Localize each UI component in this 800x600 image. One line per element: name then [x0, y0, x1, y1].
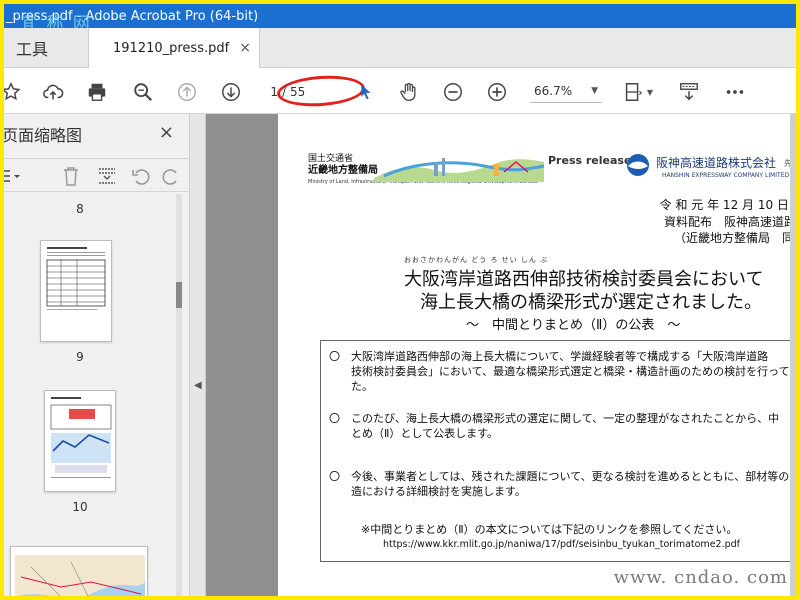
tab-document-label: 191210_press.pdf	[113, 41, 230, 56]
tab-document[interactable]: 191210_press.pdf ×	[88, 28, 260, 69]
thumbnail-page-number: 8	[76, 202, 84, 216]
search-zoom-icon[interactable]	[130, 79, 156, 105]
doc-title-line-2: 海上長大橋の橋梁形式が選定されました。	[420, 292, 762, 313]
sidebar-scroll-grip[interactable]	[176, 282, 182, 308]
site-watermark: www. cndao. com	[613, 567, 788, 588]
page-display-chevron-icon[interactable]: ▼	[644, 79, 656, 105]
print-icon[interactable]	[84, 79, 110, 105]
distribution-line-2: （近畿地方整備局 同時	[673, 231, 796, 245]
app-window: _press.pdf - Adobe Acrobat Pro (64-bit) …	[4, 4, 796, 596]
distribution-line: 資料配布 阪神高速道路株	[663, 215, 796, 229]
collapse-arrow-icon: ◀	[194, 380, 202, 391]
paragraph-line: 〇 このたび、海上長大橋の橋梁形式の選定に関して、一定の整理がなされたことから、…	[329, 412, 780, 425]
tab-tools[interactable]: 工具	[4, 28, 88, 68]
hanshin-logo-icon	[627, 154, 649, 176]
sidebar-close-icon[interactable]: ×	[159, 122, 174, 143]
pdf-page: 国土交通省 近畿地方整備局 Ministry of Land, Infrastr…	[278, 114, 796, 596]
scroll-icon[interactable]	[676, 79, 702, 105]
zoom-select[interactable]: 66.7% ▼	[530, 79, 602, 103]
star-icon[interactable]	[4, 79, 24, 105]
zoom-out-icon[interactable]	[440, 79, 466, 105]
zoom-value: 66.7%	[534, 83, 573, 98]
sidebar-header: 页面缩略图 ×	[4, 114, 190, 154]
hand-icon[interactable]	[396, 79, 422, 105]
thumbnail-page-number: 9	[76, 350, 84, 364]
cloud-upload-icon[interactable]	[40, 79, 66, 105]
document-scrollbar[interactable]	[790, 114, 796, 596]
paragraph-3: 〇 今後、事業者としては、残された課題について、更なる検討を進めるとともに、部材…	[329, 469, 796, 499]
ministry-small: 国土交通省	[308, 154, 354, 164]
paragraph-line: 〇 大阪湾岸道路西伸部の海上長大橋について、学識経験者等で構成する「大阪湾岸道路	[329, 350, 769, 363]
sidebar-title: 页面缩略图	[4, 126, 83, 145]
ministry-logo: 国土交通省 近畿地方整備局	[308, 154, 378, 176]
paragraph-2: 〇 このたび、海上長大橋の橋梁形式の選定に関して、一定の整理がなされたことから、…	[329, 411, 779, 441]
thumbnail-page-number: 10	[72, 500, 88, 514]
paragraph-line: 〇 今後、事業者としては、残された課題について、更なる検討を進めるとともに、部材…	[329, 470, 796, 483]
ministry-big: 近畿地方整備局	[308, 165, 378, 176]
tab-bar: 工具 191210_press.pdf ×	[4, 28, 796, 69]
page-up-icon[interactable]	[174, 79, 200, 105]
chevron-down-icon: ▼	[591, 85, 598, 96]
toolbar: 1 / 55 66.7% ▼ ▼	[4, 68, 796, 114]
paragraph-line: とめ（Ⅱ）として公表します。	[329, 427, 498, 440]
extract-page-icon[interactable]	[96, 165, 118, 187]
page-current-input[interactable]: 1	[258, 85, 278, 99]
rotate-right-icon[interactable]	[160, 165, 182, 187]
thumbnail-sidebar: 页面缩略图 × 8 9 10	[4, 114, 190, 596]
thumbnail-10-content-icon	[50, 397, 112, 478]
zoom-in-icon[interactable]	[484, 79, 510, 105]
thumbnail-list: 8 9 10	[4, 194, 180, 596]
press-release-label: Press release	[548, 154, 632, 167]
tab-close-icon[interactable]: ×	[239, 40, 251, 56]
company-name: 阪神高速道路株式会社	[656, 156, 777, 170]
page-display-icon[interactable]	[620, 79, 646, 105]
paragraph-1: 〇 大阪湾岸道路西伸部の海上長大橋について、学識経験者等で構成する「大阪湾岸道路…	[329, 349, 790, 394]
thumbnail-9-content-icon	[46, 247, 106, 310]
paragraph-line: 技術検討委員会」において、最適な橋梁形式選定と橋梁・構造計画のための検討を行って	[329, 365, 790, 378]
doc-subtitle: ～ 中間とりまとめ（Ⅱ）の公表 ～	[466, 318, 681, 333]
paragraph-line: 造における詳細検討を実施します。	[329, 485, 526, 498]
title-bar: _press.pdf - Adobe Acrobat Pro (64-bit) …	[4, 4, 796, 34]
release-date: 令 和 元 年 12 月 10 日 14	[659, 198, 796, 212]
cursor-icon[interactable]	[352, 79, 378, 105]
trash-icon[interactable]	[60, 165, 82, 187]
thumbnail-page-11[interactable]	[10, 546, 148, 596]
paragraph-line: た。	[329, 380, 373, 393]
skyline-illustration-icon	[374, 158, 544, 182]
sidebar-collapse-handle[interactable]: ◀	[190, 114, 206, 596]
reference-note: ※中間とりまとめ（Ⅱ）の本文については下記のリンクを参照してください。	[361, 523, 738, 536]
page-down-icon[interactable]	[218, 79, 244, 105]
rotate-left-icon[interactable]	[130, 165, 152, 187]
summary-box: 〇 大阪湾岸道路西伸部の海上長大橋について、学識経験者等で構成する「大阪湾岸道路…	[320, 340, 796, 562]
company-english: HANSHIN EXPRESSWAY COMPANY LIMITED	[662, 172, 790, 179]
thumbnail-page-9[interactable]	[40, 240, 112, 342]
thumbnail-page-10[interactable]	[44, 390, 116, 492]
document-viewport[interactable]: 国土交通省 近畿地方整備局 Ministry of Land, Infrastr…	[206, 114, 796, 596]
sidebar-toolbar	[4, 158, 190, 192]
more-icon[interactable]	[722, 79, 748, 105]
options-menu-icon[interactable]	[4, 165, 22, 187]
thumbnail-11-map-icon	[15, 555, 145, 596]
reference-link[interactable]: https://www.kkr.mlit.go.jp/naniwa/17/pdf…	[383, 539, 740, 550]
title-ruby: おおさかわんがん どう ろ せい しん ぶ	[404, 256, 549, 264]
sidebar-scrollbar[interactable]	[176, 194, 182, 596]
